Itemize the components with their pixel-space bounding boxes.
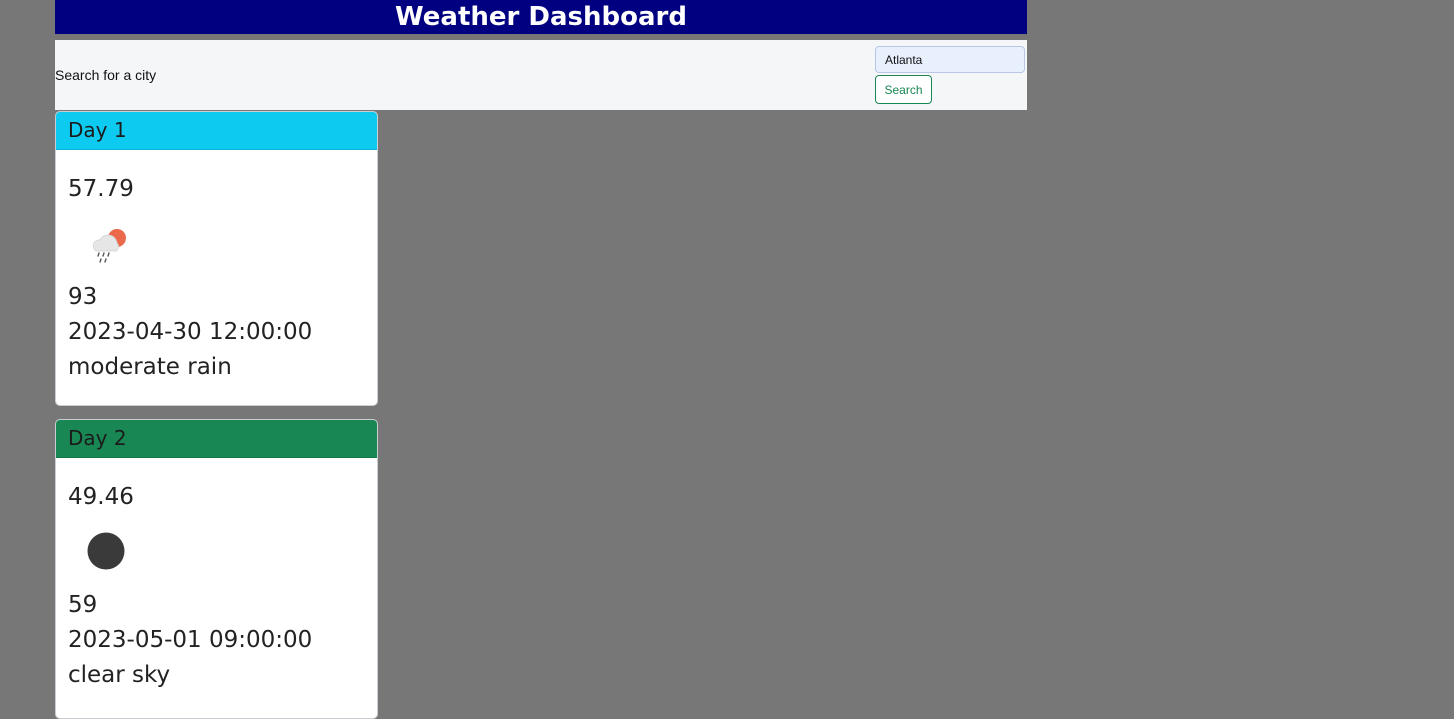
search-button[interactable]: Search <box>875 75 932 104</box>
rain-sun-icon <box>92 229 126 263</box>
weather-icon-wrap <box>68 221 365 278</box>
forecast-datetime: 2023-04-30 12:00:00 <box>68 319 313 345</box>
page-title: Weather Dashboard <box>55 0 1027 34</box>
humidity: 93 <box>68 284 98 310</box>
humidity: 59 <box>68 592 98 618</box>
card-body: 49.46 59 2023-05-01 09:00:00 clear sky <box>56 483 377 693</box>
temperature: 57.79 <box>68 176 134 202</box>
temperature: 49.46 <box>68 484 134 510</box>
forecast-datetime: 2023-05-01 09:00:00 <box>68 627 313 653</box>
forecast-card-day-2: Day 2 49.46 59 2023-05-01 09:00:00 clear… <box>55 419 378 719</box>
card-header: Day 1 <box>56 112 377 150</box>
weather-description: clear sky <box>68 662 171 688</box>
search-label: Search for a city <box>55 67 157 83</box>
clear-night-icon <box>87 532 125 570</box>
forecast-card-day-1: Day 1 57.79 93 2023-04-30 12:00:00 moder… <box>55 111 378 406</box>
card-body: 57.79 93 2023-04-30 12:00:00 moderate ra… <box>56 175 377 385</box>
search-bar: Search for a city Search <box>55 40 1027 110</box>
weather-icon-wrap <box>68 529 365 586</box>
weather-description: moderate rain <box>68 354 232 380</box>
search-input[interactable] <box>875 46 1025 73</box>
card-header: Day 2 <box>56 420 377 458</box>
